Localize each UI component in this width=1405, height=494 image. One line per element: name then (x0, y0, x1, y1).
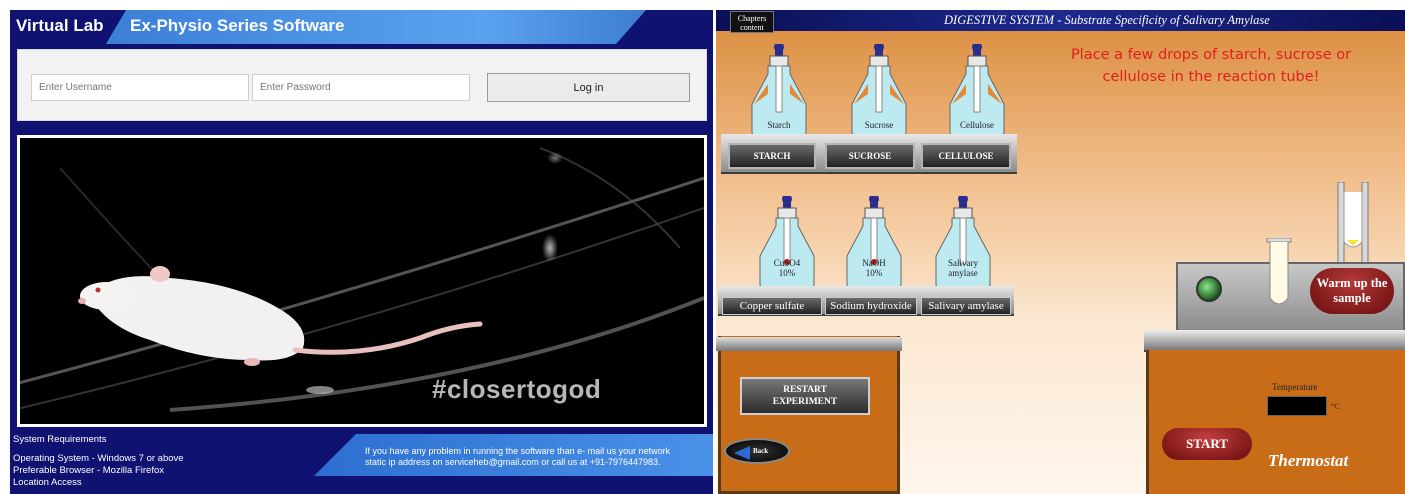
lab-header: DIGESTIVE SYSTEM - Substrate Specificity… (716, 10, 1405, 31)
system-requirements: System Requirements Operating System - W… (13, 434, 184, 489)
bottle-label: Cellulose (960, 120, 994, 130)
requirement-location: Location Access (13, 477, 82, 488)
test-tube-holder-icon (1337, 182, 1369, 266)
salivary-amylase-bottle[interactable]: Salivary amylase (930, 194, 996, 290)
restart-label-line-2: EXPERIMENT (772, 397, 838, 407)
starch-bottle[interactable]: Starch (746, 42, 812, 138)
thermostat-label: Thermostat (1268, 451, 1349, 470)
cellulose-bottle[interactable]: Cellulose (944, 42, 1010, 138)
bottle-label: NaOH 10% (841, 258, 907, 278)
password-input[interactable] (252, 74, 470, 101)
thermostat-cabinet (1146, 350, 1405, 494)
requirement-browser: Preferable Browser - Mozilla Firefox (13, 465, 164, 476)
bottle-label-line-1: Salivary (948, 258, 978, 268)
sodium-hydroxide-button[interactable]: Sodium hydroxide (825, 297, 917, 315)
contact-info: If you have any problem in running the s… (365, 446, 713, 468)
copper-sulfate-button[interactable]: Copper sulfate (722, 297, 822, 315)
lab-title: DIGESTIVE SYSTEM - Substrate Specificity… (944, 13, 1270, 27)
hero-photo: #closertogod (17, 135, 707, 427)
back-arrow-icon (734, 446, 750, 460)
right-cabinet-top (1144, 330, 1405, 352)
bottle-label: Salivary amylase (930, 258, 996, 278)
contact-line-2: static ip address on serviceheb@gmail.co… (365, 457, 661, 467)
instruction-text: Place a few drops of starch, sucrose or … (1046, 44, 1376, 88)
header-bar: Virtual Lab Ex-Physio Series Software (10, 10, 713, 44)
warm-up-sample-button[interactable]: Warm up the sample (1310, 268, 1394, 314)
sucrose-button[interactable]: SUCROSE (825, 143, 915, 169)
salivary-amylase-button[interactable]: Salivary amylase (921, 297, 1011, 315)
bottle-label-line-2: amylase (948, 268, 978, 278)
left-cabinet-top (716, 337, 902, 351)
bottle-label-line-2: 10% (865, 268, 883, 278)
status-led-icon (1196, 276, 1222, 302)
left-cabinet (718, 336, 900, 494)
sucrose-bottle[interactable]: Sucrose (846, 42, 912, 138)
login-form: Log in (17, 49, 707, 121)
bottle-label-line-2: 10% (778, 268, 796, 278)
chapters-content-button[interactable]: Chapters content (730, 11, 774, 33)
temperature-label: Temperature (1272, 382, 1318, 392)
contact-line-1: If you have any problem in running the s… (365, 446, 671, 456)
bottle-label: Starch (767, 120, 791, 130)
temperature-unit: °C (1331, 402, 1340, 411)
series-title: Ex-Physio Series Software (130, 16, 345, 35)
cellulose-button[interactable]: CELLULOSE (921, 143, 1011, 169)
back-label: Back (753, 447, 769, 455)
photo-hashtag: #closertogod (432, 374, 602, 404)
username-input[interactable] (31, 74, 249, 101)
instruction-line-1: Place a few drops of starch, sucrose or (1070, 47, 1352, 63)
requirement-os: Operating System - Windows 7 or above (13, 453, 184, 464)
warm-label-line-2: sample (1333, 291, 1371, 305)
bottle-label-line-1: NaOH (862, 258, 886, 268)
login-page: Virtual Lab Ex-Physio Series Software Lo… (10, 10, 713, 494)
footer: System Requirements Operating System - W… (10, 432, 713, 494)
instruction-line-2: cellulose in the reaction tube! (1102, 69, 1320, 85)
brand-title: Virtual Lab (16, 16, 104, 35)
login-button[interactable]: Log in (487, 73, 690, 102)
bottle-label-line-1: CuSO4 (773, 258, 801, 268)
cuso4-bottle[interactable]: CuSO4 10% (754, 194, 820, 290)
bottle-label: Sucrose (864, 120, 894, 130)
back-button[interactable]: Back (724, 438, 790, 464)
mouse-wheel-image (20, 138, 704, 424)
start-button[interactable]: START (1162, 428, 1252, 460)
starch-button[interactable]: STARCH (728, 143, 816, 169)
reaction-tube[interactable] (1266, 238, 1292, 310)
lab-page: DIGESTIVE SYSTEM - Substrate Specificity… (716, 10, 1405, 494)
restart-experiment-button[interactable]: RESTART EXPERIMENT (740, 377, 870, 415)
warm-label-line-1: Warm up the (1316, 276, 1388, 290)
bottle-label: CuSO4 10% (754, 258, 820, 278)
naoh-bottle[interactable]: NaOH 10% (841, 194, 907, 290)
temperature-display (1267, 396, 1327, 416)
restart-label-line-1: RESTART (783, 385, 827, 395)
requirements-heading: System Requirements (13, 434, 107, 445)
